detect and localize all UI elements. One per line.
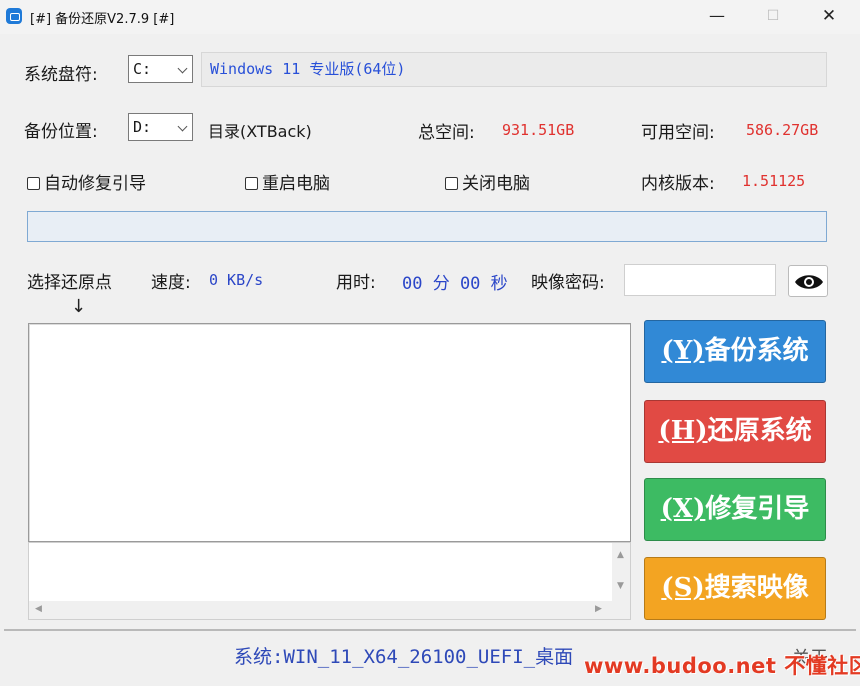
elapsed-time-value: 00 分 00 秒 — [402, 274, 508, 294]
shutdown-pc-label: 关闭电脑 — [462, 174, 530, 194]
chevron-down-icon — [177, 121, 188, 132]
system-drive-label: 系统盘符: — [24, 65, 98, 85]
scroll-up-icon[interactable]: ▲ — [617, 550, 624, 560]
restore-system-label: 还原系统 — [707, 416, 812, 446]
image-password-label: 映像密码: — [531, 273, 605, 293]
backup-drive-select[interactable]: D: — [128, 113, 193, 141]
progress-bar — [27, 211, 827, 242]
backup-system-label: 备份系统 — [704, 336, 809, 366]
checkbox-box[interactable] — [445, 177, 458, 190]
app-icon — [6, 8, 22, 24]
scroll-right-icon[interactable]: ▶ — [595, 604, 602, 614]
search-image-button[interactable]: (S)搜索映像 — [644, 557, 826, 620]
free-space-value: 586.27GB — [746, 121, 819, 139]
system-status-text: 系统:WIN_11_X64_26100_UEFI_桌面 — [234, 646, 574, 668]
shutdown-pc-checkbox[interactable]: 关闭电脑 — [445, 169, 530, 194]
restore-shortcut: (H) — [658, 416, 708, 446]
free-space-label: 可用空间: — [641, 123, 715, 143]
chevron-down-icon — [177, 63, 188, 74]
os-info-field: Windows 11 专业版(64位) — [201, 52, 827, 87]
search-shortcut: (S) — [661, 573, 705, 603]
scroll-down-icon[interactable]: ▼ — [617, 581, 624, 591]
repair-boot-label: 修复引导 — [705, 494, 810, 524]
backup-shortcut: (Y) — [661, 336, 705, 366]
arrow-down-icon: ↓ — [71, 296, 87, 317]
speed-value: 0 KB/s — [209, 271, 264, 289]
checkbox-box[interactable] — [245, 177, 258, 190]
horizontal-scrollbar[interactable]: ◀ ▶ — [29, 601, 630, 619]
show-password-button[interactable] — [788, 265, 828, 297]
checkbox-box[interactable] — [27, 177, 40, 190]
kernel-version-label: 内核版本: — [641, 174, 715, 194]
restore-point-label: 选择还原点 — [27, 273, 112, 293]
backup-location-label: 备份位置: — [24, 122, 98, 142]
total-space-value: 931.51GB — [502, 121, 575, 139]
restore-point-list[interactable] — [28, 323, 631, 542]
scroll-left-icon[interactable]: ◀ — [35, 604, 42, 614]
auto-repair-boot-checkbox[interactable]: 自动修复引导 — [27, 169, 146, 194]
status-divider — [4, 629, 856, 631]
backup-directory: 目录(XTBack) — [208, 122, 312, 141]
restart-pc-label: 重启电脑 — [262, 174, 330, 194]
close-button[interactable]: ✕ — [801, 0, 857, 34]
kernel-version-value: 1.51125 — [742, 172, 806, 190]
repair-boot-button[interactable]: (X)修复引导 — [644, 478, 826, 541]
total-space-label: 总空间: — [418, 123, 475, 143]
system-drive-select[interactable]: C: — [128, 55, 193, 83]
watermark: www.budoo.net 不懂社区 — [584, 654, 860, 678]
system-drive-value: C: — [133, 60, 152, 78]
repair-shortcut: (X) — [660, 494, 706, 524]
speed-label: 速度: — [151, 273, 191, 293]
elapsed-time-label: 用时: — [336, 273, 376, 293]
backup-drive-value: D: — [133, 118, 152, 136]
minimize-button[interactable]: — — [689, 0, 745, 34]
window-title: [#] 备份还原V2.7.9 [#] — [30, 12, 175, 27]
vertical-scrollbar[interactable]: ▲ ▼ — [612, 543, 630, 602]
maximize-button[interactable]: ☐ — [745, 0, 801, 34]
backup-system-button[interactable]: (Y)备份系统 — [644, 320, 826, 383]
search-image-label: 搜索映像 — [704, 573, 809, 603]
auto-repair-boot-label: 自动修复引导 — [44, 174, 146, 194]
restore-system-button[interactable]: (H)还原系统 — [644, 400, 826, 463]
title-bar: [#] 备份还原V2.7.9 [#] — ☐ ✕ — [0, 0, 860, 34]
eye-icon — [795, 275, 823, 289]
restart-pc-checkbox[interactable]: 重启电脑 — [245, 169, 330, 194]
image-password-input[interactable] — [624, 264, 776, 296]
log-output[interactable]: ▲ ▼ ◀ ▶ — [28, 542, 631, 620]
